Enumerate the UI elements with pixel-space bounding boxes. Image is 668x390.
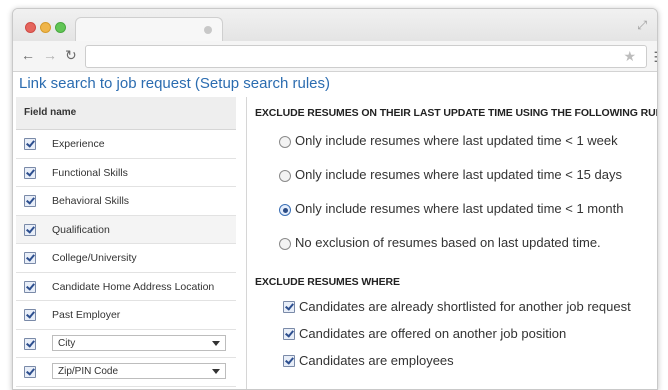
field-label: Candidate Home Address Location [52,280,215,293]
checkbox[interactable] [24,309,36,321]
field-row-qualification[interactable]: Qualification [16,215,236,244]
close-window-icon[interactable] [25,22,36,33]
field-row-behavioral-skills[interactable]: Behavioral Skills [16,187,236,216]
field-row-experience[interactable]: Experience [16,130,236,159]
field-row-college-university[interactable]: College/University [16,244,236,273]
select-value: Zip/PIN Code [58,366,119,377]
browser-toolbar: ← → ↻ ★ ☰ [13,41,657,72]
update-time-section-title: EXCLUDE RESUMES ON THEIR LAST UPDATE TIM… [255,107,658,119]
chevron-down-icon [212,340,220,346]
forward-arrow-icon[interactable]: → [43,47,57,63]
tab-close-icon[interactable] [204,26,212,34]
field-list: Field name Experience Functional Skills … [16,97,236,389]
check-label: Candidates are already shortlisted for a… [299,299,631,314]
checkbox[interactable] [24,138,36,150]
field-label: Qualification [52,223,110,236]
checkbox[interactable] [283,355,295,367]
radio-label: No exclusion of resumes based on last up… [295,235,601,250]
checkbox[interactable] [24,195,36,207]
checkbox[interactable] [24,280,36,293]
back-arrow-icon[interactable]: ← [21,47,35,63]
checkbox[interactable] [283,328,295,340]
radio-button[interactable] [279,170,291,182]
checkbox[interactable] [24,223,36,236]
field-row-city[interactable]: City [16,330,236,358]
radio-button[interactable] [279,136,291,148]
check-label: Candidates are employees [299,353,454,368]
field-label: Past Employer [52,309,121,321]
menu-icon[interactable]: ☰ [653,49,657,66]
radio-label: Only include resumes where last updated … [295,167,622,182]
field-row-home-address[interactable]: Candidate Home Address Location [16,273,236,301]
reload-icon[interactable]: ↻ [65,47,77,63]
field-label: College/University [52,252,137,264]
field-row-functional-skills[interactable]: Functional Skills [16,159,236,187]
field-label: Functional Skills [52,166,128,179]
chevron-down-icon [212,369,220,374]
zip-select[interactable]: Zip/PIN Code [52,363,226,379]
page-title: Link search to job request (Setup search… [19,75,330,92]
checkbox[interactable] [24,166,36,179]
minimize-window-icon[interactable] [40,22,51,33]
checkbox[interactable] [24,252,36,264]
field-name-header: Field name [16,97,236,130]
select-value: City [58,337,76,349]
checkbox[interactable] [24,337,36,350]
fullscreen-icon[interactable]: ⤢ [637,18,647,33]
field-label: Behavioral Skills [52,195,130,207]
browser-window: ⤢ ← → ↻ ★ ☰ Link search to job request (… [12,8,658,390]
radio-button-selected[interactable] [279,204,291,216]
bookmark-star-icon[interactable]: ★ [623,48,636,65]
radio-label: Only include resumes where last updated … [295,133,618,148]
radio-button[interactable] [279,238,291,250]
page-content: Link search to job request (Setup search… [13,72,658,389]
field-row-past-employer[interactable]: Past Employer [16,301,236,330]
city-select[interactable]: City [52,334,226,351]
radio-label: Only include resumes where last updated … [295,201,624,216]
checkbox[interactable] [283,301,295,313]
panel-divider [246,97,247,389]
maximize-window-icon[interactable] [55,22,66,33]
check-label: Candidates are offered on another job po… [299,326,567,341]
field-row-zip[interactable]: Zip/PIN Code [16,358,236,387]
title-bar: ⤢ [13,9,657,42]
browser-tab[interactable] [75,17,223,42]
address-bar[interactable]: ★ ☰ [85,45,657,68]
checkbox[interactable] [24,366,36,378]
exclude-where-section-title: EXCLUDE RESUMES WHERE [255,276,400,288]
field-label: Experience [52,138,105,150]
